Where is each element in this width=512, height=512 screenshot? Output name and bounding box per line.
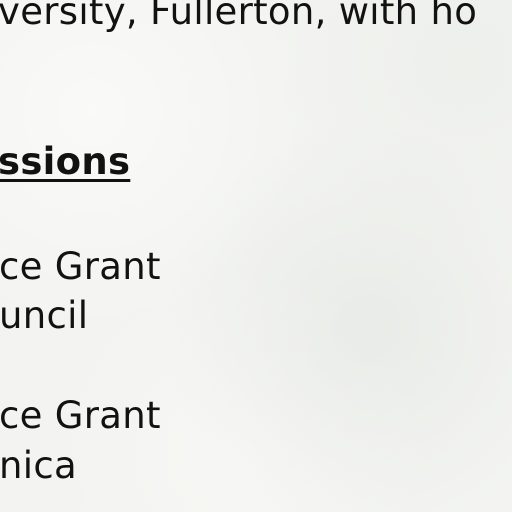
entry-2-line-1: ce Grant — [0, 394, 161, 437]
entry-2-line-2: nica — [0, 444, 77, 487]
entry-1-line-2: uncil — [0, 294, 89, 337]
entry-1-line-1: ce Grant — [0, 245, 161, 288]
section-heading: ssions — [0, 140, 131, 183]
document-text-line-top: versity, Fullerton, with ho — [0, 0, 478, 33]
